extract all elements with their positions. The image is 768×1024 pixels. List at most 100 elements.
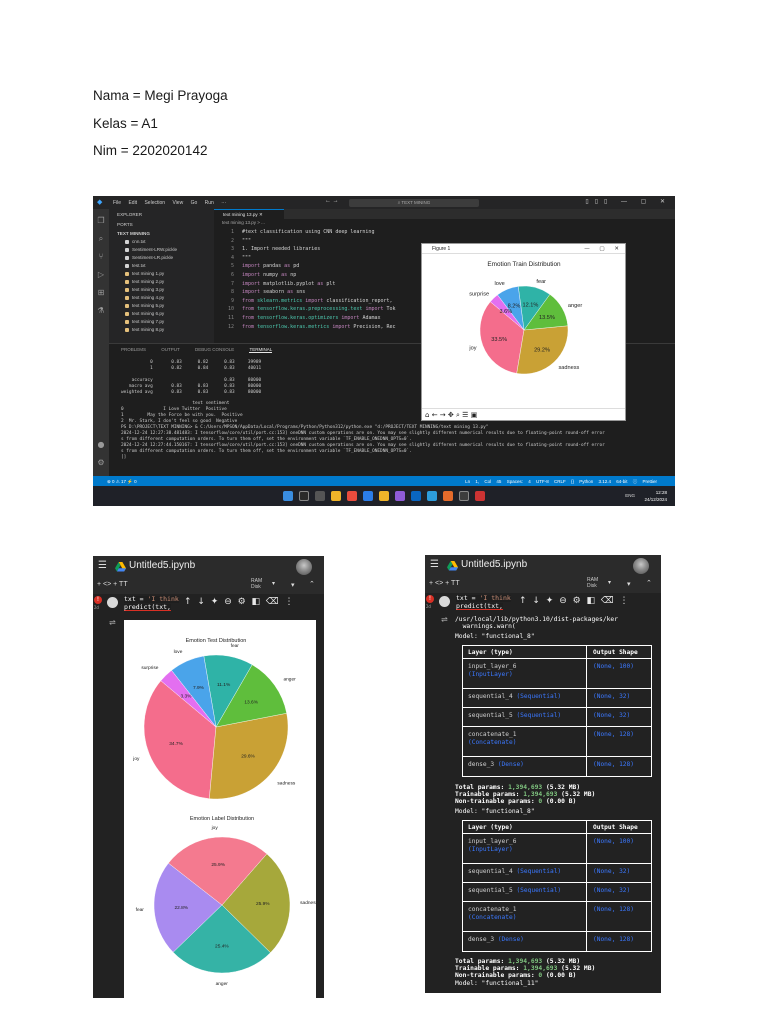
- extensions-icon[interactable]: ⊞: [97, 289, 105, 297]
- taskbar-clock[interactable]: 12:28 24/12/2024: [644, 489, 667, 503]
- file-item[interactable]: text mining 7.py: [125, 318, 164, 326]
- cell-toolbar[interactable]: ↑ ↓ ✦ ⊖ ⚙ ◧ ⌫ ⋮: [184, 597, 294, 607]
- output-toggle-icon[interactable]: ⇌: [441, 615, 448, 624]
- avatar[interactable]: [633, 558, 649, 574]
- file-item[interactable]: text mining 2.py: [125, 278, 164, 286]
- menu-view[interactable]: View: [172, 200, 183, 206]
- window-controls[interactable]: ▯▯▯ — ▢ ✕: [585, 198, 671, 205]
- file-item[interactable]: text mining 5.py: [125, 302, 164, 310]
- taskview-icon[interactable]: [315, 491, 325, 501]
- command-search[interactable]: ⌕ TEXT MINING: [349, 198, 479, 207]
- back-forward-icon[interactable]: ← →: [325, 198, 339, 204]
- code-line[interactable]: import matplotlib.pyplot as plt: [242, 281, 335, 287]
- code-line-2[interactable]: predict(txt,: [124, 604, 171, 611]
- code-line[interactable]: from sklearn.metrics import classificati…: [242, 298, 393, 304]
- editor-tab[interactable]: text mining 13.py ✕: [214, 209, 284, 219]
- source-control-icon[interactable]: ⑂: [97, 253, 105, 261]
- file-item[interactable]: text mining 1.py: [125, 270, 164, 278]
- app-icon[interactable]: [443, 491, 453, 501]
- notebook-title[interactable]: Untitled5.ipynb: [461, 559, 527, 570]
- ram-dropdown-icon[interactable]: ▾: [608, 579, 611, 586]
- settings-gear-icon[interactable]: ⚙: [97, 459, 105, 467]
- forward-icon[interactable]: →: [440, 411, 446, 419]
- menu-icon[interactable]: ☰: [430, 560, 439, 570]
- chevron-down-icon[interactable]: ▾: [291, 581, 295, 589]
- tab-debug-console[interactable]: DEBUG CONSOLE: [195, 347, 234, 352]
- app-icon[interactable]: [459, 491, 469, 501]
- chevron-down-icon[interactable]: ▾: [627, 580, 631, 588]
- code-line-2[interactable]: predict(txt,: [456, 603, 503, 610]
- system-tray[interactable]: ENG: [625, 493, 635, 498]
- close-icon[interactable]: ✕: [259, 212, 263, 217]
- menu-edit[interactable]: Edit: [128, 200, 137, 206]
- code-line[interactable]: 1. Import needed libraries: [242, 246, 320, 252]
- run-debug-icon[interactable]: ▷: [97, 271, 105, 279]
- code-line-1[interactable]: txt = 'I think: [456, 595, 511, 602]
- zoom-icon[interactable]: ⌕: [456, 411, 460, 419]
- status-left[interactable]: ⊗ 0 ⚠ 17 ⚡ 0: [107, 479, 137, 485]
- ports-label[interactable]: PORTS: [117, 222, 133, 227]
- figure-toolbar[interactable]: ⌂ ← → ✥ ⌕ ☰ ▣: [422, 408, 625, 421]
- file-item[interactable]: text mining 4.py: [125, 294, 164, 302]
- tab-problems[interactable]: PROBLEMS: [121, 347, 146, 352]
- testing-icon[interactable]: ⚗: [97, 307, 105, 315]
- figure-window-controls[interactable]: — ▢ ✕: [584, 244, 619, 254]
- chevron-up-icon[interactable]: ⌃: [646, 579, 652, 587]
- edge-app-icon[interactable]: [363, 491, 373, 501]
- run-cell-button[interactable]: [439, 596, 450, 607]
- app-icon[interactable]: [395, 491, 405, 501]
- configure-icon[interactable]: ☰: [462, 411, 468, 419]
- tab-terminal[interactable]: TERMINAL: [249, 347, 273, 353]
- file-item[interactable]: Sentiment-LRW.pickle: [125, 246, 177, 254]
- notebook-title[interactable]: Untitled5.ipynb: [129, 560, 195, 571]
- vscode-app-icon[interactable]: [411, 491, 421, 501]
- menu-go[interactable]: Go: [191, 200, 198, 206]
- code-line[interactable]: """: [242, 238, 251, 244]
- chevron-up-icon[interactable]: ⌃: [309, 580, 315, 588]
- file-item[interactable]: text mining 6.py: [125, 310, 164, 318]
- menu-file[interactable]: File: [113, 200, 121, 206]
- file-item[interactable]: text mining 3.py: [125, 286, 164, 294]
- output-toggle-icon[interactable]: ⇌: [109, 618, 116, 627]
- ram-disk-indicator[interactable]: RAM Disk: [251, 578, 262, 590]
- explorer-icon[interactable]: ❐: [97, 217, 105, 225]
- folder-label[interactable]: TEXT MINNING: [117, 231, 150, 236]
- menu-selection[interactable]: Selection: [144, 200, 165, 206]
- status-right[interactable]: Ln 1, Col 45 Spaces: 4 UTF-8 CRLF {} Pyt…: [465, 479, 657, 485]
- code-line[interactable]: import seaborn as sns: [242, 289, 305, 295]
- tab-output[interactable]: OUTPUT: [161, 347, 180, 352]
- app-icon[interactable]: [427, 491, 437, 501]
- menu-run[interactable]: Run: [205, 200, 214, 206]
- search-icon[interactable]: [299, 491, 309, 501]
- chrome-app-icon[interactable]: [347, 491, 357, 501]
- code-line[interactable]: #text classification using CNN deep lear…: [242, 229, 374, 235]
- code-line[interactable]: import pandas as pd: [242, 263, 299, 269]
- code-line[interactable]: from tensorflow.keras.preprocessing.text…: [242, 306, 396, 312]
- code-line[interactable]: from tensorflow.keras.metrics import Pre…: [242, 324, 396, 330]
- account-icon[interactable]: ●: [97, 441, 105, 449]
- breadcrumb[interactable]: text mining 13.py > ...: [222, 220, 265, 225]
- cell-toolbar[interactable]: ↑ ↓ ✦ ⊖ ⚙ ◧ ⌫ ⋮: [519, 596, 629, 606]
- search-icon[interactable]: ⌕: [97, 235, 105, 243]
- avatar[interactable]: [296, 559, 312, 575]
- menu-more[interactable]: ···: [221, 200, 226, 206]
- file-item[interactable]: Sentiment-LR.pickle: [125, 254, 173, 262]
- pan-icon[interactable]: ✥: [448, 411, 454, 419]
- file-item[interactable]: cnn.txt: [125, 238, 146, 246]
- add-code-text-button[interactable]: + <> + TT: [97, 581, 128, 588]
- back-icon[interactable]: ←: [432, 411, 438, 419]
- code-line-1[interactable]: txt = 'I think: [124, 596, 179, 603]
- app-icon[interactable]: [475, 491, 485, 501]
- menu-icon[interactable]: ☰: [98, 561, 107, 571]
- ram-disk-indicator[interactable]: RAM Disk: [587, 577, 598, 589]
- file-item[interactable]: test.txt: [125, 262, 146, 270]
- run-cell-button[interactable]: [107, 597, 118, 608]
- start-icon[interactable]: [283, 491, 293, 501]
- code-line[interactable]: from tensorflow.keras.optimizers import …: [242, 315, 381, 321]
- explorer-app-icon[interactable]: [331, 491, 341, 501]
- add-code-text-button[interactable]: + <> + TT: [429, 580, 460, 587]
- code-line[interactable]: """: [242, 255, 251, 261]
- matplotlib-figure-window[interactable]: Figure 1 — ▢ ✕ Emotion Train Distributio…: [421, 243, 626, 421]
- ram-dropdown-icon[interactable]: ▾: [272, 580, 275, 587]
- code-line[interactable]: import numpy as np: [242, 272, 296, 278]
